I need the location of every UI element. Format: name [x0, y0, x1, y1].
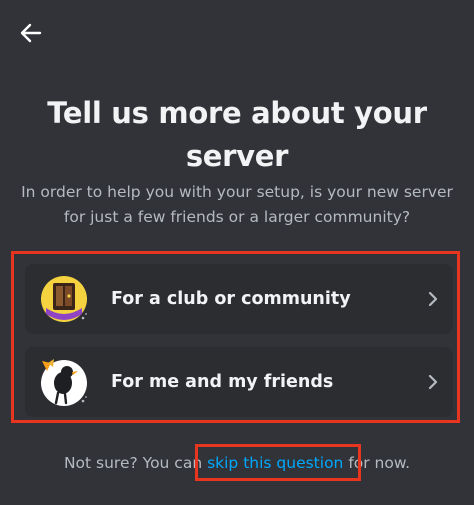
chevron-right-icon	[428, 374, 438, 390]
option-club-community[interactable]: For a club or community	[25, 264, 453, 334]
skip-question-link[interactable]: skip this question	[207, 454, 344, 472]
chevron-right-icon	[428, 291, 438, 307]
footer-text: Not sure? You can skip this question for…	[0, 451, 474, 475]
club-community-illustration-icon	[41, 276, 87, 322]
option-me-and-friends-label: For me and my friends	[111, 372, 334, 392]
server-setup-screen: Tell us more about your server In order …	[0, 0, 474, 505]
back-button[interactable]	[14, 18, 48, 48]
page-subtitle: In order to help you with your setup, is…	[21, 183, 453, 226]
arrow-left-icon	[20, 23, 42, 43]
page-title: Tell us more about your server	[47, 96, 427, 173]
option-club-community-label: For a club or community	[111, 289, 351, 309]
footer-suffix: for now.	[343, 454, 411, 472]
footer-prefix: Not sure? You can	[63, 454, 208, 472]
option-me-and-friends[interactable]: For me and my friends	[25, 347, 453, 417]
me-and-friends-illustration-icon	[41, 359, 87, 406]
